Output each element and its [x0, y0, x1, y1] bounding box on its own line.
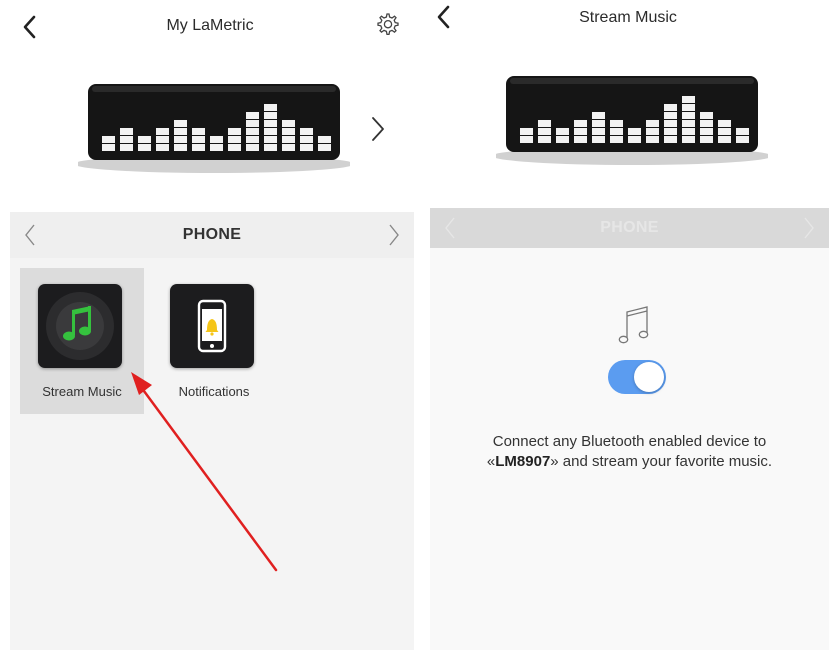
annotation-arrow	[131, 372, 278, 572]
